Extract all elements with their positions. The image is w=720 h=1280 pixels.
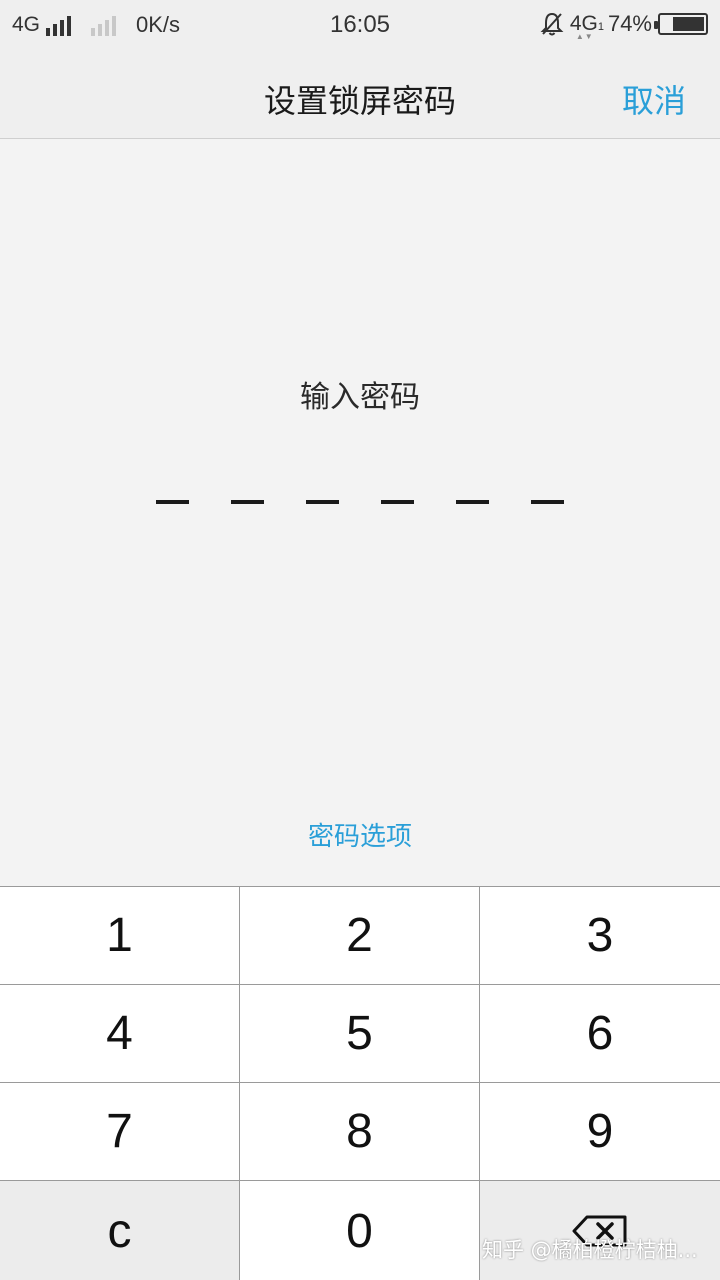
- battery-icon: [654, 13, 708, 35]
- pin-slot: [531, 500, 564, 504]
- key-6[interactable]: 6: [480, 985, 720, 1083]
- page-title: 设置锁屏密码: [263, 82, 456, 120]
- key-3[interactable]: 3: [480, 887, 720, 985]
- key-5[interactable]: 5: [240, 985, 480, 1083]
- cancel-button[interactable]: 取消: [622, 76, 686, 122]
- mute-bell-icon: [540, 12, 564, 36]
- pin-input-slots[interactable]: [0, 500, 720, 504]
- data-activity-icon: ▲▼: [575, 32, 594, 41]
- sim-slot-label: 1: [597, 21, 604, 33]
- password-prompt: 输入密码: [300, 380, 420, 415]
- network-type-2: 4G1 ▲▼: [570, 12, 604, 41]
- pin-slot: [381, 500, 414, 504]
- numeric-keypad: 1 2 3 4 5 6 7 8 9 c 0: [0, 886, 720, 1280]
- delete-key[interactable]: [480, 1181, 720, 1280]
- title-bar: 设置锁屏密码 取消: [0, 50, 720, 139]
- key-9[interactable]: 9: [480, 1083, 720, 1181]
- pin-slot: [306, 500, 339, 504]
- pin-slot: [156, 500, 189, 504]
- clear-key[interactable]: c: [0, 1181, 240, 1280]
- key-4[interactable]: 4: [0, 985, 240, 1083]
- key-0[interactable]: 0: [240, 1181, 480, 1280]
- key-7[interactable]: 7: [0, 1083, 240, 1181]
- status-bar: 4G 0K/s 16:05 4G1 ▲▼ 74%: [0, 0, 720, 50]
- pin-slot: [231, 500, 264, 504]
- key-2[interactable]: 2: [240, 887, 480, 985]
- pin-slot: [456, 500, 489, 504]
- password-options-link[interactable]: 密码选项: [0, 816, 720, 853]
- watermark-text: 知乎 @橘柏橙柠桔柚...: [482, 1238, 698, 1262]
- battery-percent: 74%: [607, 11, 652, 36]
- status-right: 4G1 ▲▼ 74%: [540, 11, 708, 41]
- key-8[interactable]: 8: [240, 1083, 480, 1181]
- key-1[interactable]: 1: [0, 887, 240, 985]
- battery-fill: [673, 17, 704, 31]
